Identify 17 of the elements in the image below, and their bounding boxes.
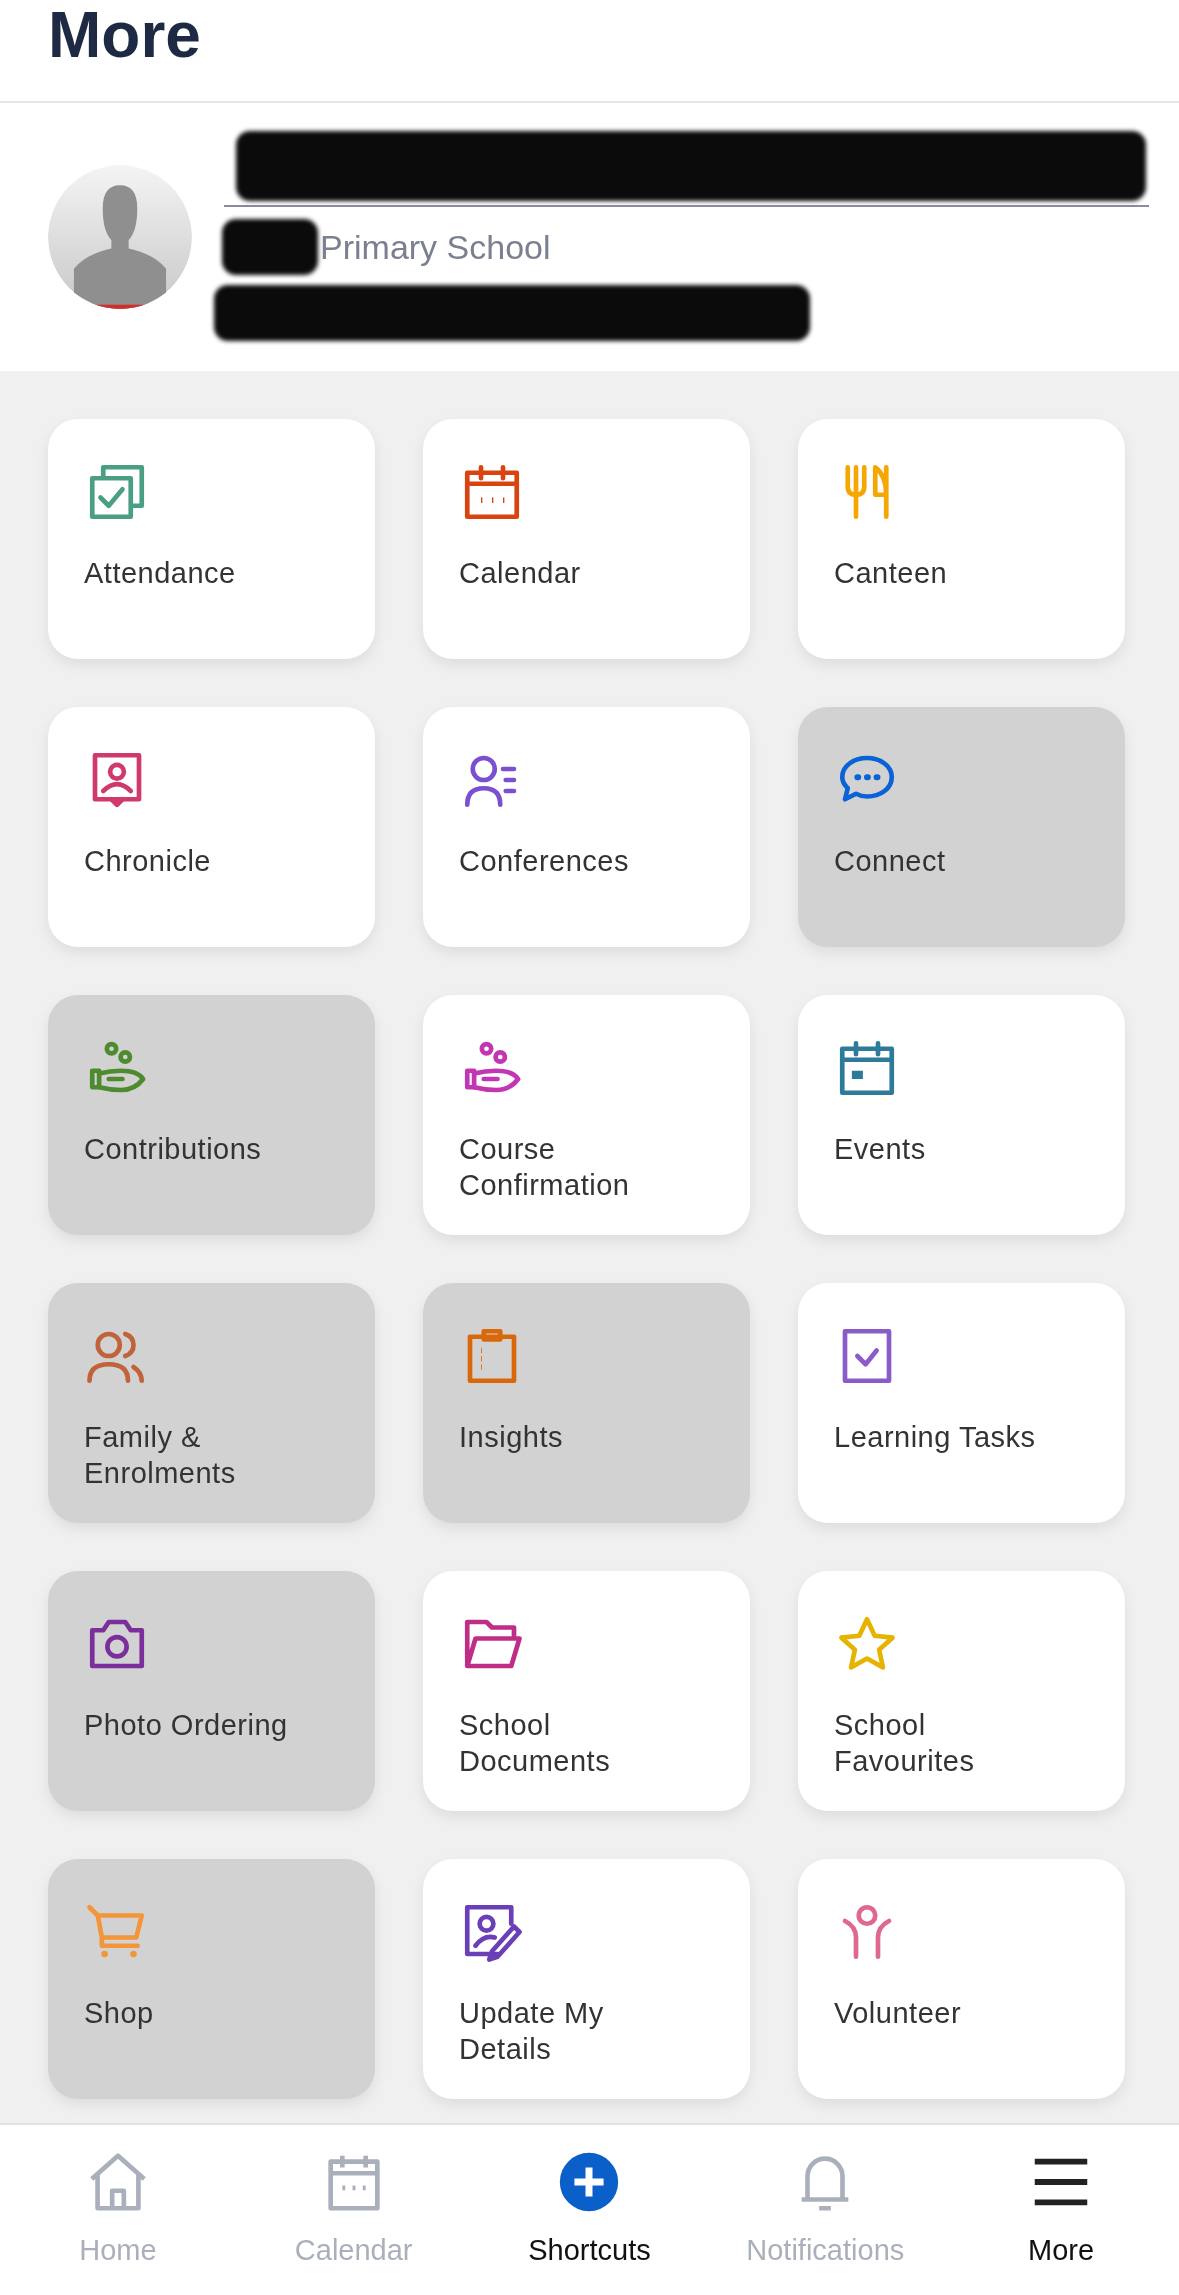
- shortcut-tile[interactable]: Events: [798, 995, 1125, 1235]
- shortcut-tile[interactable]: Volunteer: [798, 1859, 1125, 2099]
- shortcut-tile[interactable]: Canteen: [798, 419, 1125, 659]
- avatar-icon: [48, 165, 192, 309]
- shortcut-tile[interactable]: School Documents: [423, 1571, 750, 1811]
- tab-bar-item[interactable]: Shortcuts: [471, 2125, 708, 2295]
- shortcut-tile[interactable]: School Favourites: [798, 1571, 1125, 1811]
- shortcut-tile[interactable]: Update My Details: [423, 1859, 750, 2099]
- page-title: More: [48, 0, 201, 70]
- shortcut-tile[interactable]: Course Confirmation: [423, 995, 750, 1235]
- shortcut-tile[interactable]: Learning Tasks: [798, 1283, 1125, 1523]
- tab-bar-item[interactable]: More: [943, 2125, 1179, 2295]
- shortcut-tile[interactable]: Chronicle: [48, 707, 375, 947]
- school-name: Primary School: [320, 227, 552, 268]
- shortcut-tile[interactable]: Calendar: [423, 419, 750, 659]
- shortcut-tile[interactable]: Conferences: [423, 707, 750, 947]
- shortcut-tile[interactable]: Attendance: [48, 419, 375, 659]
